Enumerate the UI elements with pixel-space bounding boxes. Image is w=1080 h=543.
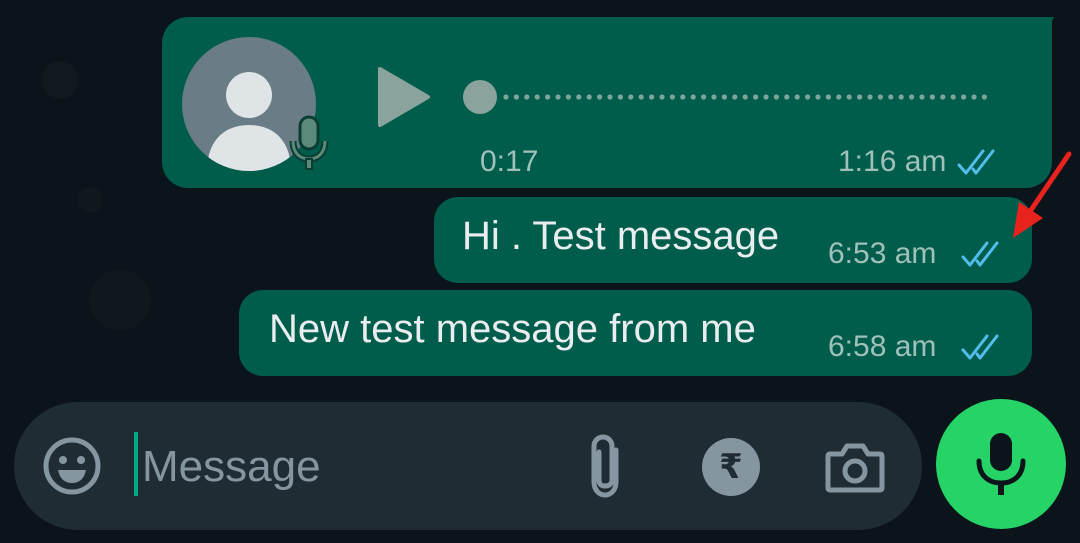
emoji-icon[interactable] [42,436,102,496]
waveform-dot [628,94,634,100]
text-caret [134,432,138,496]
paperclip-icon[interactable] [580,432,632,502]
waveform-dot [961,94,967,100]
message-bubble[interactable]: Hi . Test message 6:53 am [434,197,1032,283]
waveform-dot [607,94,613,100]
voice-record-button[interactable] [936,399,1066,529]
waveform-dot [669,94,675,100]
waveform-dot [805,94,811,100]
message-time: 1:16 am [838,145,947,178]
waveform-dot [888,94,894,100]
waveform-dot [794,94,800,100]
waveform-dot [846,94,852,100]
voice-duration: 0:17 [480,145,539,178]
slider-handle[interactable] [463,80,497,114]
waveform-dot [649,94,655,100]
waveform-dot [701,94,707,100]
waveform-dot [711,94,717,100]
waveform-dot [919,94,925,100]
read-ticks-icon [957,147,1003,177]
waveform-dot [555,94,561,100]
waveform-dot [784,94,790,100]
waveform-dot [929,94,935,100]
waveform-dot [680,94,686,100]
waveform-dot [503,94,509,100]
waveform-dot [763,94,769,100]
microphone-icon [976,433,1026,495]
message-composer: ₹ [14,402,922,530]
message-input[interactable] [140,424,564,510]
waveform-dot [545,94,551,100]
waveform-dot [565,94,571,100]
waveform-dot [971,94,977,100]
waveform-dot [513,94,519,100]
voice-mic-icon [288,113,330,173]
waveform-dot [836,94,842,100]
waveform-dot [524,94,530,100]
waveform-dot [690,94,696,100]
waveform-dot [732,94,738,100]
waveform-dot [576,94,582,100]
waveform-dot [638,94,644,100]
rupee-icon[interactable]: ₹ [702,438,760,496]
waveform-dot [721,94,727,100]
waveform-dot [877,94,883,100]
waveform-dot [909,94,915,100]
waveform-dot [659,94,665,100]
waveform-dot [857,94,863,100]
waveform-dot [981,94,988,100]
message-time: 6:53 am [828,237,937,270]
annotation-arrow-icon [1005,150,1075,245]
waveform-dot [742,94,748,100]
waveform-dot [815,94,821,100]
waveform-dot [586,94,592,100]
message-text: Hi . Test message [462,214,780,258]
waveform-dot [617,94,623,100]
waveform-dot [950,94,956,100]
message-bubble[interactable]: New test message from me 6:58 am [239,290,1032,376]
waveform-dot [940,94,946,100]
camera-icon[interactable] [824,438,886,496]
play-icon[interactable] [376,65,432,129]
message-time: 6:58 am [828,330,937,363]
waveform-dot [825,94,831,100]
read-ticks-icon [961,332,1007,362]
waveform-dot [597,94,603,100]
message-text: New test message from me [269,307,756,351]
voice-message-bubble[interactable]: 0:17 1:16 am [162,17,1052,188]
audio-progress-slider[interactable] [462,79,992,115]
waveform-dot [534,94,540,100]
waveform-dot [753,94,759,100]
waveform-dot [898,94,904,100]
read-ticks-icon [961,239,1007,269]
waveform-dot [867,94,873,100]
waveform-dot [773,94,779,100]
